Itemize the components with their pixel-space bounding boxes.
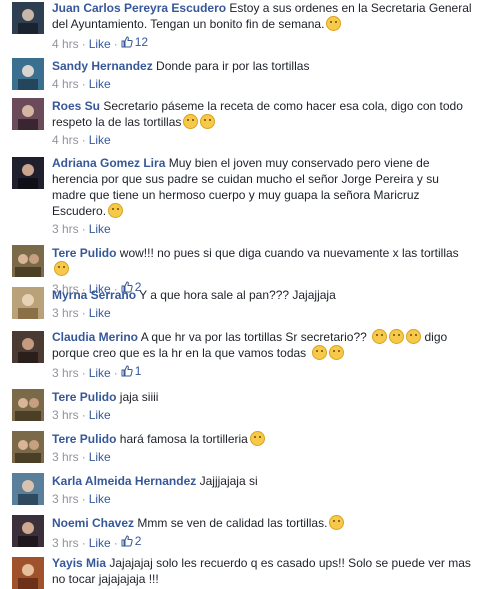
comment-meta: 3 hrs · Like (52, 408, 111, 422)
laugh-emoji (389, 329, 405, 344)
like-button[interactable]: Like (89, 492, 111, 506)
comment-list: Juan Carlos Pereyra Escudero Estoy a sus… (0, 0, 478, 589)
comment-text: Jajajajaj solo les recuerdo q es casado … (52, 556, 471, 586)
comment-text: hará famosa la tortilleria (116, 432, 248, 446)
comment-meta: 3 hrs · Like (52, 492, 111, 506)
like-button[interactable]: Like (89, 536, 111, 550)
neutral-emoji (311, 345, 327, 360)
laugh-emoji (183, 114, 199, 129)
like-count[interactable]: 12 (121, 34, 148, 50)
comment-author[interactable]: Tere Pulido (52, 390, 116, 404)
avatar[interactable] (12, 98, 44, 130)
comment-meta: 4 hrs · Like · 12 (52, 34, 149, 51)
comment-meta: 4 hrs · Like (52, 77, 111, 91)
avatar[interactable] (12, 331, 44, 363)
comment-time[interactable]: 3 hrs (52, 408, 79, 422)
avatar[interactable] (12, 473, 44, 505)
comment-time[interactable]: 4 hrs (52, 77, 79, 91)
neutral-emoji (328, 345, 344, 360)
comment-text: Y a que hora sale al pan??? Jajajjaja (136, 288, 336, 302)
avatar[interactable] (12, 157, 44, 189)
avatar[interactable] (12, 58, 44, 90)
comment-author[interactable]: Tere Pulido (52, 432, 116, 446)
comment-meta: 3 hrs · Like (52, 222, 111, 236)
comment-author[interactable]: Yayis Mia (52, 556, 106, 570)
comment-author[interactable]: Adriana Gomez Lira (52, 156, 165, 170)
like-button[interactable]: Like (89, 37, 111, 51)
comment-text: Jajjjajaja si (196, 474, 258, 488)
thumbs-up-icon (121, 535, 133, 547)
comment-author[interactable]: Myrna Serrano (52, 288, 136, 302)
comment-author[interactable]: Tere Pulido (52, 246, 116, 260)
comment-time[interactable]: 3 hrs (52, 450, 79, 464)
comment-time[interactable]: 3 hrs (52, 492, 79, 506)
avatar[interactable] (12, 389, 44, 421)
avatar[interactable] (12, 431, 44, 463)
wink-emoji (329, 515, 345, 530)
like-button[interactable]: Like (89, 408, 111, 422)
avatar[interactable] (12, 515, 44, 547)
like-count[interactable]: 1 (121, 363, 141, 379)
comment-time[interactable]: 3 hrs (52, 536, 79, 550)
comment-time[interactable]: 3 hrs (52, 306, 79, 320)
laugh-emoji (200, 114, 216, 129)
comment-meta: 3 hrs · Like (52, 450, 111, 464)
like-button[interactable]: Like (89, 306, 111, 320)
comment-meta: 4 hrs · Like (52, 133, 111, 147)
smile-emoji (54, 261, 69, 276)
comment-author[interactable]: Noemi Chavez (52, 516, 134, 530)
comment-text: jaja siiii (116, 390, 159, 404)
comment-meta: 3 hrs · Like (52, 306, 111, 320)
avatar[interactable] (12, 287, 44, 319)
avatar[interactable] (12, 245, 44, 277)
laugh-emoji (406, 329, 422, 344)
comment-time[interactable]: 3 hrs (52, 222, 79, 236)
comment-author[interactable]: Roes Su (52, 99, 100, 113)
avatar[interactable] (12, 557, 44, 589)
comment-time[interactable]: 4 hrs (52, 133, 79, 147)
like-button[interactable]: Like (89, 77, 111, 91)
comment-time[interactable]: 3 hrs (52, 366, 79, 380)
comment-text: Secretario páseme la receta de como hace… (52, 99, 463, 129)
comment-text: Mmm se ven de calidad las tortillas. (134, 516, 328, 530)
thumbs-up-icon (121, 365, 133, 377)
comment-text: wow!!! no pues si que diga cuando va nue… (116, 246, 459, 260)
thumbs-up-icon (121, 36, 133, 48)
smile-emoji (108, 203, 124, 218)
like-button[interactable]: Like (89, 222, 111, 236)
comment-meta: 3 hrs · Like · 2 (52, 533, 142, 550)
avatar[interactable] (12, 2, 44, 34)
comment-author[interactable]: Juan Carlos Pereyra Escudero (52, 1, 226, 15)
like-button[interactable]: Like (89, 366, 111, 380)
smile-emoji (249, 431, 265, 446)
comment-author[interactable]: Claudia Merino (52, 330, 138, 344)
smile-emoji (326, 16, 342, 31)
comment-author[interactable]: Sandy Hernandez (52, 59, 153, 73)
comment-time[interactable]: 4 hrs (52, 37, 79, 51)
comment-meta: 3 hrs · Like · 1 (52, 363, 142, 380)
comment-text: A que hr va por las tortillas Sr secreta… (138, 330, 367, 344)
like-button[interactable]: Like (89, 133, 111, 147)
comment-text: Donde para ir por las tortillas (152, 59, 310, 73)
laugh-emoji (372, 329, 388, 344)
like-count[interactable]: 2 (121, 533, 141, 549)
like-button[interactable]: Like (89, 450, 111, 464)
comment-author[interactable]: Karla Almeida Hernandez (52, 474, 196, 488)
